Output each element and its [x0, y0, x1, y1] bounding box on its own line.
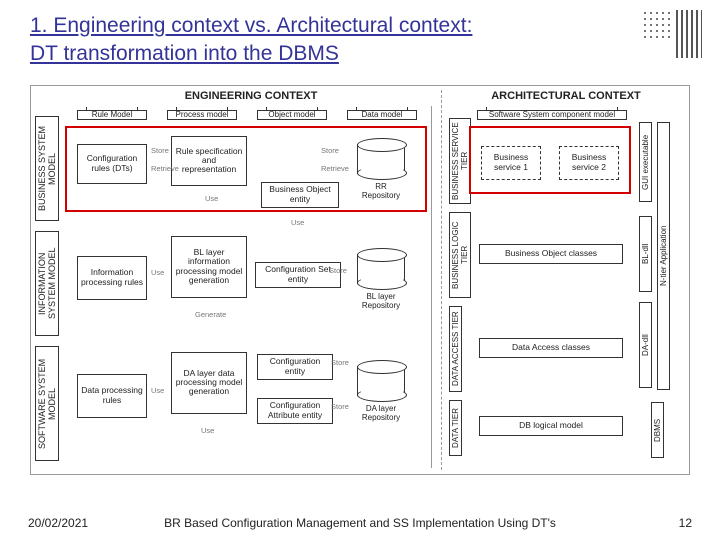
box-bs2: Business service 2 [559, 146, 619, 180]
txt-store-1: Store [151, 146, 169, 155]
row-label-bsm: BUSINESS SYSTEM MODEL [35, 116, 59, 221]
corner-decoration [642, 10, 702, 58]
row-label-ssm: SOFTWARE SYSTEM MODEL [35, 346, 59, 461]
architectural-context-title: ARCHITECTURAL CONTEXT [461, 90, 671, 102]
row-label-dat: DATA ACCESS TIER [449, 306, 462, 392]
title-line-2: DT transformation into the DBMS [30, 42, 339, 65]
title-line-1: 1. Engineering context vs. Architectural… [30, 14, 472, 37]
txt-use-2: Use [291, 218, 304, 227]
row-label-blt: BUSINESS LOGIC TIER [449, 212, 471, 298]
vbar-bldll: BL-dll [639, 216, 652, 292]
box-db-logical: DB logical model [479, 416, 623, 436]
txt-use-4: Use [151, 386, 164, 395]
row-label-bst: BUSINESS SERVICE TIER [449, 118, 471, 204]
row-label-dt: DATA TIER [449, 400, 462, 456]
footer-page: 12 [679, 516, 692, 530]
txt-store-5: Store [331, 402, 349, 411]
box-rule-spec: Rule specification and representation [171, 136, 247, 186]
txt-retrieve-1: Retrieve [151, 164, 179, 173]
col-hdr-data: Data model [347, 110, 417, 120]
cyl-rr: RR Repository [357, 138, 405, 180]
eng-right-border [431, 106, 432, 468]
col-hdr-sscm: Software System component model [477, 110, 627, 120]
context-divider [441, 90, 442, 470]
box-cfg-attr: Configuration Attribute entity [257, 398, 333, 424]
box-da-proc: DA layer data processing model generatio… [171, 352, 247, 414]
txt-retrieve-2: Retrieve [321, 164, 349, 173]
box-info-rules: Information processing rules [77, 256, 147, 300]
footer-title: BR Based Configuration Management and SS… [0, 516, 720, 530]
vbar-ntier: N-tier Application [657, 122, 670, 390]
vbar-dadll: DA-dll [639, 302, 652, 388]
box-bo-classes: Business Object classes [479, 244, 623, 264]
engineering-context-title: ENGINEERING CONTEXT [71, 90, 431, 102]
row-label-ism: INFORMATION SYSTEM MODEL [35, 231, 59, 336]
slide-title: 1. Engineering context vs. Architectural… [30, 12, 690, 69]
box-bl-proc: BL layer information processing model ge… [171, 236, 247, 298]
box-bs1: Business service 1 [481, 146, 541, 180]
vbar-dbms: DBMS [651, 402, 664, 458]
col-hdr-process: Process model [167, 110, 237, 120]
txt-use-1: Use [205, 194, 218, 203]
txt-use-3: Use [151, 268, 164, 277]
box-config-rules: Configuration rules (DTs) [77, 144, 147, 184]
box-data-rules: Data processing rules [77, 374, 147, 418]
txt-use-5: Use [201, 426, 214, 435]
vbar-gui: GUI executable [639, 122, 652, 202]
col-hdr-object: Object model [257, 110, 327, 120]
txt-store-4: Store [331, 358, 349, 367]
diagram: ENGINEERING CONTEXT ARCHITECTURAL CONTEX… [30, 85, 690, 475]
box-da-classes: Data Access classes [479, 338, 623, 358]
slide: 1. Engineering context vs. Architectural… [0, 0, 720, 540]
cyl-da: DA layer Repository [357, 360, 405, 402]
cyl-bl: BL layer Repository [357, 248, 405, 290]
txt-generate-1: Generate [195, 310, 226, 319]
box-cfg-entity: Configuration entity [257, 354, 333, 380]
txt-store-2: Store [321, 146, 339, 155]
col-hdr-rule: Rule Model [77, 110, 147, 120]
box-bo-entity: Business Object entity [261, 182, 339, 208]
txt-store-3: Store [329, 266, 347, 275]
